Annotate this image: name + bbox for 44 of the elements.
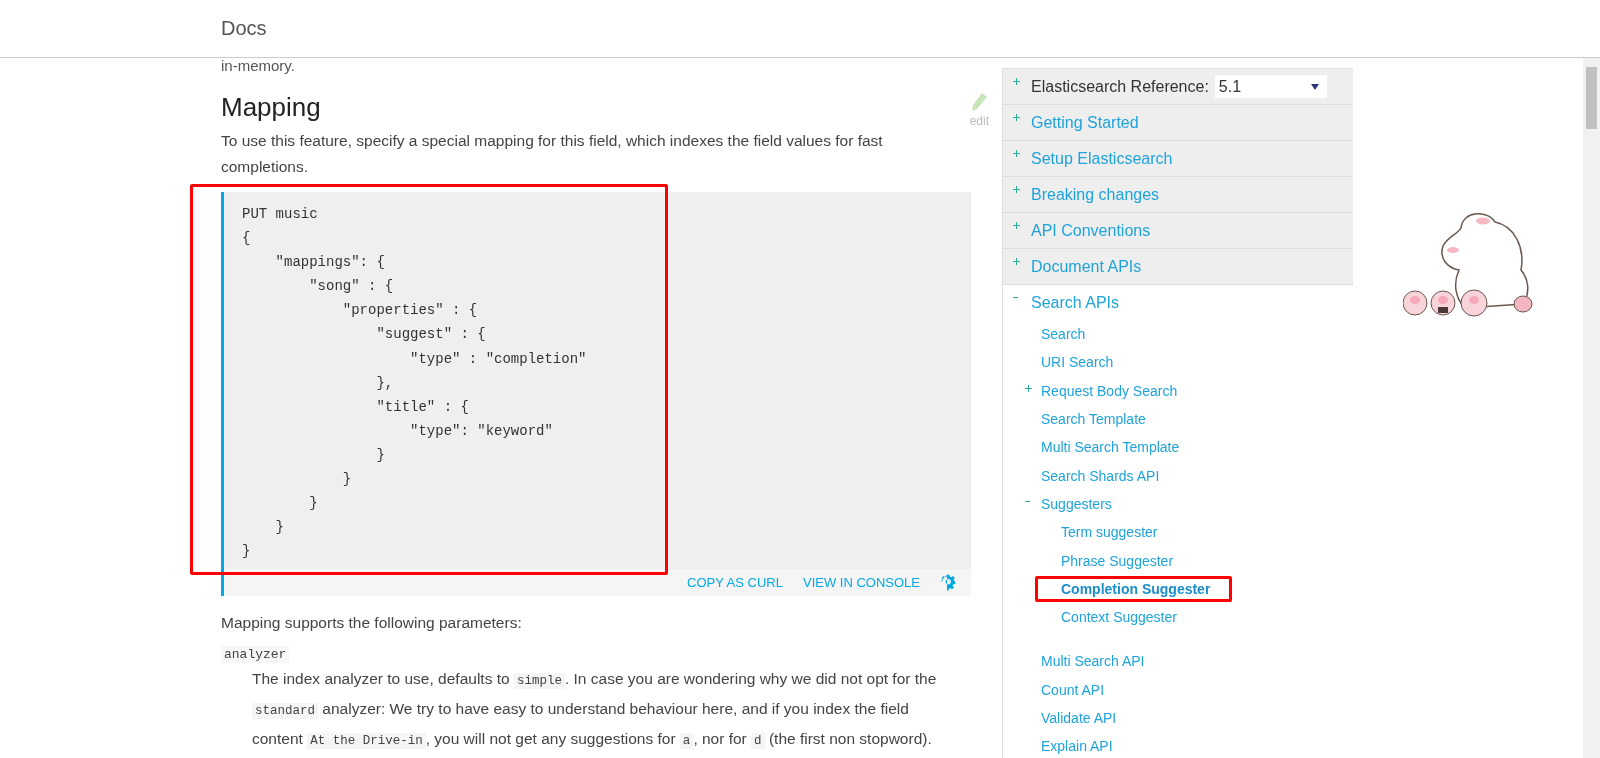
expand-icon[interactable] [1013, 114, 1020, 121]
nav-link[interactable]: Suggesters [1041, 495, 1112, 512]
expand-icon[interactable] [1013, 78, 1020, 85]
version-dropdown[interactable]: 5.1 [1214, 75, 1327, 98]
nav-link[interactable]: Context Suggester [1061, 609, 1177, 626]
expand-icon[interactable] [1013, 222, 1020, 229]
nav-section-link[interactable]: Document APIs [1031, 257, 1142, 276]
nav-link[interactable]: Search Shards API [1041, 467, 1160, 484]
version-label: Elasticsearch Reference: [1031, 77, 1209, 96]
paragraph-text: To use this feature, specify a special mapping for this field, which indexes the field values for fast completions. [221, 131, 884, 177]
nav-link[interactable]: Search [1041, 326, 1086, 343]
edit-link[interactable]: edit [969, 92, 989, 128]
nav-link[interactable]: Multi Search Template [1041, 439, 1180, 456]
paragraph-text: in-memory. [221, 58, 296, 74]
nav-link[interactable]: Completion Suggester [1061, 580, 1211, 597]
expand-icon[interactable] [1013, 150, 1020, 157]
paragraph-text: Mapping supports the following parameters: [221, 613, 523, 634]
section-heading: Mapping [221, 91, 321, 124]
code-action-link[interactable]: COPY AS CURL [687, 575, 783, 591]
nav-link[interactable]: Multi Search API [1041, 653, 1145, 670]
nav-link[interactable]: Search Template [1041, 411, 1146, 428]
nav-link[interactable]: Validate API [1041, 710, 1117, 726]
site-title[interactable]: Docs [221, 17, 267, 40]
nav-section-link[interactable]: Breaking changes [1031, 185, 1160, 204]
nav-link[interactable]: Explain API [1041, 738, 1113, 755]
nav-link[interactable]: Request Body Search [1041, 382, 1178, 399]
nav-link[interactable]: Phrase Suggester [1061, 552, 1174, 569]
pencil-icon [970, 92, 989, 114]
parameter-name: analyzer [221, 646, 290, 664]
expand-icon[interactable] [1025, 384, 1032, 392]
code-text: PUT music { "mappings": { "song" : { "properties" : { "suggest" : { "type" : "completion" }, "title" : { "type": "keyword" } } } } } [241, 205, 588, 562]
collapse-icon[interactable] [1013, 294, 1020, 301]
nav-section-link[interactable]: Getting Started [1031, 113, 1139, 132]
scrollbar[interactable] [1583, 58, 1600, 758]
nav-section-link[interactable]: Search APIs [1031, 293, 1120, 312]
scrollbar-thumb[interactable] [1586, 67, 1597, 129]
expand-icon[interactable] [1013, 258, 1020, 265]
code-action-link[interactable]: VIEW IN CONSOLE [802, 575, 920, 591]
expand-icon[interactable] [1013, 186, 1020, 193]
nav-section-link[interactable]: API Conventions [1031, 221, 1151, 240]
nav-link[interactable]: Term suggester [1061, 524, 1158, 541]
nav-link[interactable]: URI Search [1041, 354, 1114, 371]
nav-link[interactable]: Count API [1041, 681, 1105, 698]
dropdown-arrow-icon [1310, 83, 1319, 90]
